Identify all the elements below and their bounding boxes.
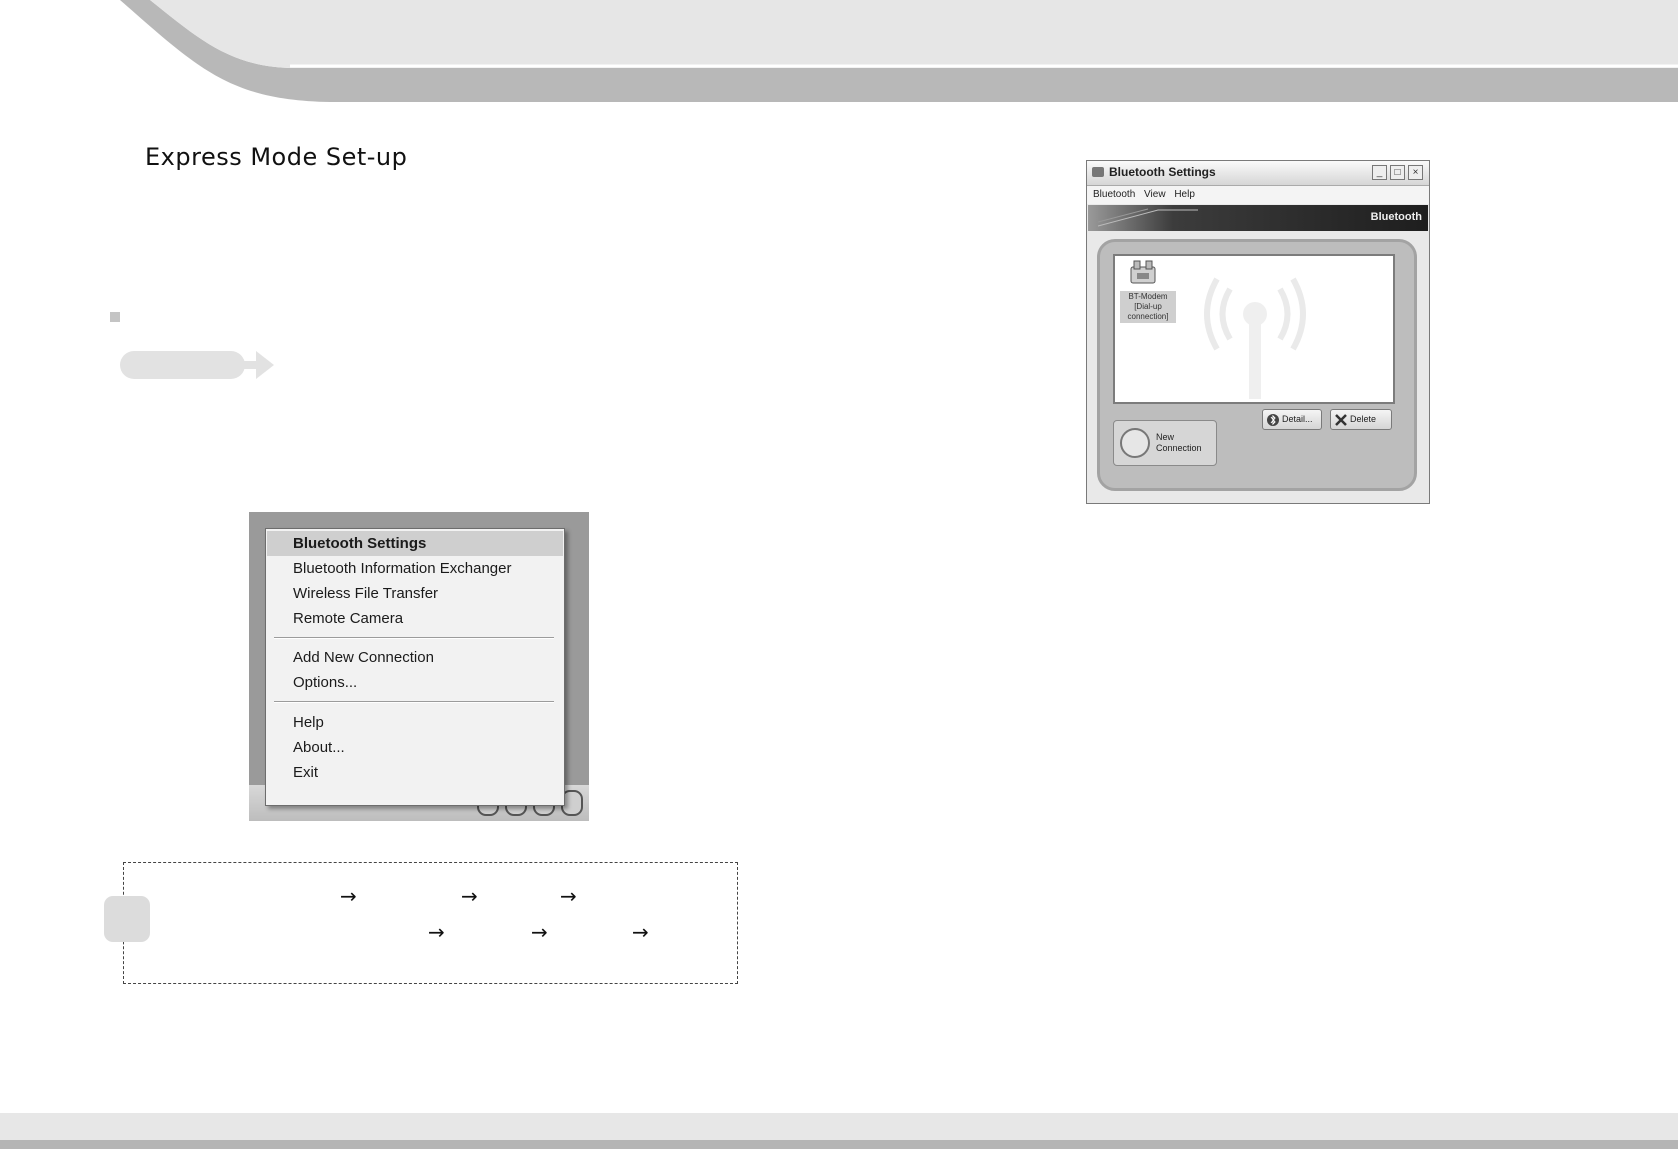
window-menubar: Bluetooth View Help xyxy=(1087,186,1429,204)
bluetooth-icon xyxy=(1267,413,1279,426)
footer-line xyxy=(0,1140,1678,1149)
new-connection-button[interactable]: New Connection xyxy=(1113,420,1217,466)
note-badge xyxy=(104,896,150,942)
menu-separator xyxy=(274,701,554,703)
menu-help[interactable]: Help xyxy=(1174,189,1195,200)
minimize-button[interactable]: _ xyxy=(1372,165,1387,180)
device-list-area[interactable]: BT-Modem [Dial-up connection] xyxy=(1113,254,1395,404)
context-menu: Bluetooth Settings Bluetooth Information… xyxy=(265,528,565,806)
new-connection-label: New Connection xyxy=(1156,432,1202,453)
maximize-button[interactable]: □ xyxy=(1390,165,1405,180)
new-connection-icon xyxy=(1120,428,1150,458)
menu-item-about[interactable]: About... xyxy=(267,735,563,760)
menu-bluetooth[interactable]: Bluetooth xyxy=(1093,189,1135,200)
menu-item-information-exchanger[interactable]: Bluetooth Information Exchanger xyxy=(267,556,563,581)
close-button[interactable]: × xyxy=(1408,165,1423,180)
delete-button[interactable]: Delete xyxy=(1330,409,1392,430)
note-arrow: → xyxy=(428,920,445,944)
bluetooth-logo-label: Bluetooth xyxy=(1370,211,1422,223)
note-arrow: → xyxy=(632,920,649,944)
note-arrow: → xyxy=(340,884,357,908)
window-title: Bluetooth Settings xyxy=(1109,165,1216,179)
note-arrow: → xyxy=(461,884,478,908)
device-panel: BT-Modem [Dial-up connection] Detail... … xyxy=(1097,239,1417,491)
note-arrow: → xyxy=(531,920,548,944)
section-title: Express Mode Set-up xyxy=(145,143,408,171)
note-arrow: → xyxy=(560,884,577,908)
app-icon xyxy=(1092,167,1104,177)
menu-item-remote-camera[interactable]: Remote Camera xyxy=(267,606,563,631)
bullet-marker xyxy=(110,312,120,322)
delete-button-label: Delete xyxy=(1350,414,1377,424)
modem-device-icon[interactable] xyxy=(1129,259,1157,285)
header-band xyxy=(0,0,1678,105)
menu-item-help[interactable]: Help xyxy=(267,710,563,735)
delete-x-icon xyxy=(1335,413,1347,426)
bluetooth-settings-window: Bluetooth Settings _ □ × Bluetooth View … xyxy=(1086,160,1430,504)
detail-button[interactable]: Detail... xyxy=(1262,409,1322,430)
banner-decoration xyxy=(1098,208,1198,227)
detail-button-label: Detail... xyxy=(1282,414,1313,424)
bluetooth-banner: Bluetooth xyxy=(1088,205,1428,231)
bluetooth-signal-watermark-icon xyxy=(1204,277,1306,399)
menu-item-add-new-connection[interactable]: Add New Connection xyxy=(267,645,563,670)
step-arrow-icon xyxy=(120,351,274,379)
menu-item-exit[interactable]: Exit xyxy=(267,760,563,785)
menu-separator xyxy=(274,637,554,639)
menu-view[interactable]: View xyxy=(1144,189,1166,200)
context-menu-screenshot: Bluetooth Settings Bluetooth Information… xyxy=(249,512,589,821)
window-titlebar: Bluetooth Settings _ □ × xyxy=(1087,161,1429,186)
device-label[interactable]: BT-Modem [Dial-up connection] xyxy=(1120,291,1176,323)
menu-item-bluetooth-settings[interactable]: Bluetooth Settings xyxy=(267,531,563,556)
menu-item-wireless-file-transfer[interactable]: Wireless File Transfer xyxy=(267,581,563,606)
menu-item-options[interactable]: Options... xyxy=(267,670,563,695)
